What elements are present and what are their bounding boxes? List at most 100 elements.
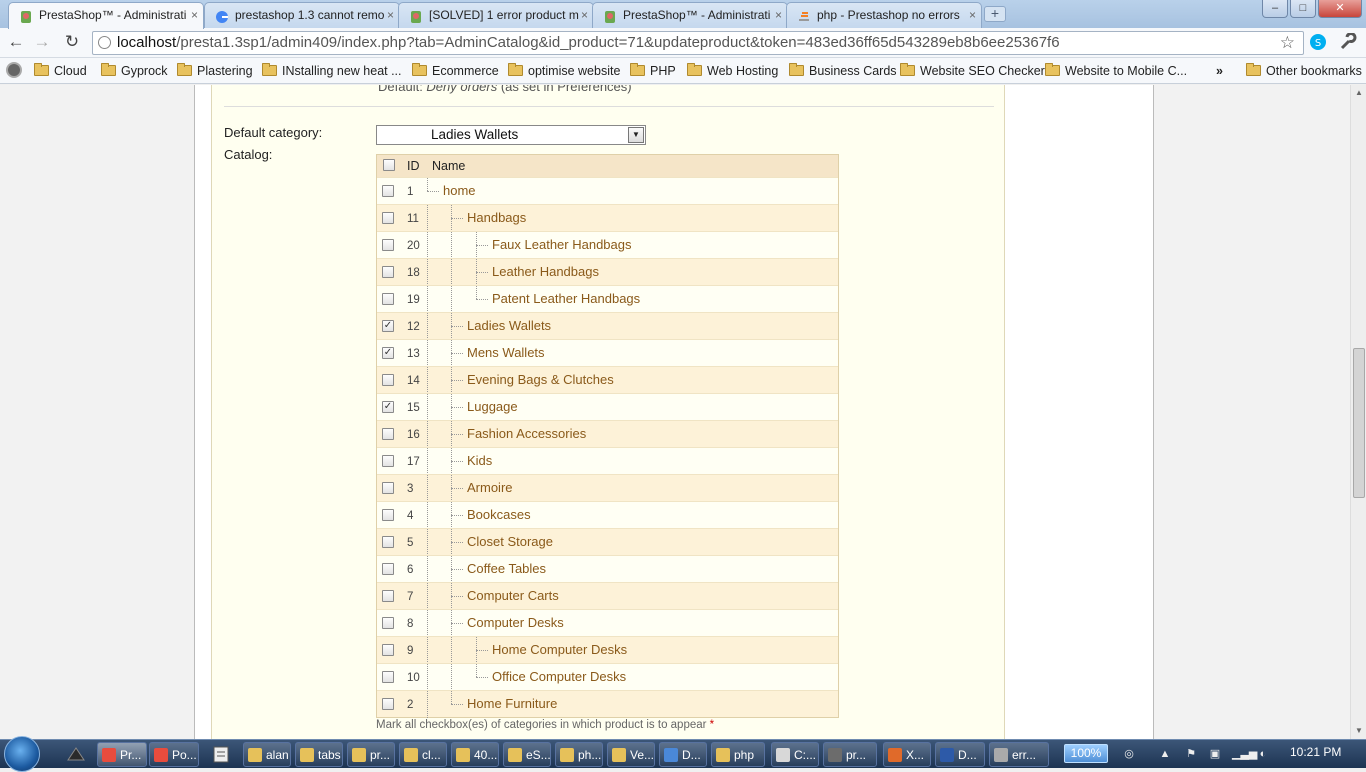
bookmark-php[interactable]: PHP [630,62,676,80]
dropdown-arrow-icon[interactable]: ▼ [628,127,644,143]
category-name[interactable]: Luggage [467,399,518,414]
category-checkbox[interactable] [382,374,394,386]
taskbar-button[interactable]: ph... [555,742,603,767]
back-button[interactable]: ← [4,31,28,55]
taskbar-button[interactable]: D... [935,742,985,767]
category-checkbox[interactable]: ✓ [382,401,394,413]
category-name[interactable]: Home Computer Desks [492,642,627,657]
category-row-17[interactable]: 17 Kids [377,447,838,475]
category-checkbox[interactable] [382,563,394,575]
maximize-button[interactable]: □ [1290,0,1316,18]
bookmark-plastering[interactable]: Plastering [177,62,253,80]
category-checkbox[interactable] [382,536,394,548]
category-row-2[interactable]: 2 Home Furniture [377,690,838,718]
category-checkbox[interactable] [382,185,394,197]
category-row-3[interactable]: 3 Armoire [377,474,838,502]
bookmark-ecommerce[interactable]: Ecommerce [412,62,499,80]
bookmark-optimise-website[interactable]: optimise website [508,62,620,80]
minimize-button[interactable]: – [1262,0,1288,18]
category-name[interactable]: Computer Desks [467,615,564,630]
category-name[interactable]: Mens Wallets [467,345,545,360]
wrench-menu-icon[interactable] [1338,32,1358,53]
tab-close-icon[interactable]: × [969,3,976,27]
show-desktop-icon[interactable] [209,742,233,767]
category-name[interactable]: Kids [467,453,492,468]
tab-prestashop-google[interactable]: prestashop 1.3 cannot remo × [204,2,400,28]
bookmarks-overflow-button[interactable]: » [1216,62,1223,80]
taskbar-button[interactable]: 40... [451,742,499,767]
bookmark-web-hosting[interactable]: Web Hosting [687,62,778,80]
taskbar-button[interactable]: cl... [399,742,447,767]
category-name[interactable]: Computer Carts [467,588,559,603]
tab-stackoverflow[interactable]: php - Prestashop no errors × [786,2,982,28]
tab-close-icon[interactable]: × [775,3,782,27]
category-row-9[interactable]: 9 Home Computer Desks [377,636,838,664]
taskbar-button[interactable]: Po... [149,742,199,767]
taskbar-button[interactable]: C:... [771,742,819,767]
taskbar-button[interactable]: pr... [347,742,395,767]
category-row-11[interactable]: 11 Handbags [377,204,838,232]
taskbar-button[interactable]: Ve... [607,742,655,767]
volume-icon[interactable]: ◐ [1256,748,1270,760]
category-name[interactable]: Evening Bags & Clutches [467,372,614,387]
category-name[interactable]: Closet Storage [467,534,553,549]
category-checkbox[interactable] [382,509,394,521]
category-row-14[interactable]: 14 Evening Bags & Clutches [377,366,838,394]
category-name[interactable]: Ladies Wallets [467,318,551,333]
category-checkbox[interactable] [382,590,394,602]
category-name[interactable]: Patent Leather Handbags [492,291,640,306]
category-name[interactable]: Handbags [467,210,526,225]
taskbar-clock[interactable]: 10:21 PM [1290,745,1341,759]
category-row-1[interactable]: 1 home [377,177,838,204]
category-checkbox[interactable] [382,482,394,494]
category-name[interactable]: Coffee Tables [467,561,546,576]
address-bar[interactable]: localhost/presta1.3sp1/admin409/index.ph… [92,31,1304,55]
page-scrollbar[interactable]: ▲ ▼ [1350,85,1366,739]
bookmark-cloud[interactable]: Cloud [34,62,87,80]
taskbar-button[interactable]: php [711,742,765,767]
reload-button[interactable]: ↻ [60,31,84,55]
page-info-icon[interactable] [98,36,111,49]
taskbar-button[interactable]: Pr... [97,742,147,767]
taskbar-button[interactable]: D... [659,742,707,767]
new-tab-button[interactable]: + [984,6,1006,22]
taskbar-button[interactable]: eS... [503,742,551,767]
skype-extension-icon[interactable]: S [1308,33,1328,53]
category-checkbox[interactable] [382,239,394,251]
category-row-20[interactable]: 20 Faux Leather Handbags [377,231,838,259]
scroll-up-arrow-icon[interactable]: ▲ [1351,85,1366,101]
action-center-flag-icon[interactable]: ⚑ [1184,748,1198,760]
category-checkbox[interactable]: ✓ [382,347,394,359]
taskbar-button[interactable]: err... [989,742,1049,767]
category-checkbox[interactable] [382,266,394,278]
category-row-5[interactable]: 5 Closet Storage [377,528,838,556]
category-row-8[interactable]: 8 Computer Desks [377,609,838,637]
category-checkbox[interactable] [382,293,394,305]
category-checkbox[interactable] [382,644,394,656]
category-row-7[interactable]: 7 Computer Carts [377,582,838,610]
tab-close-icon[interactable]: × [191,3,198,27]
category-checkbox[interactable] [382,455,394,467]
scroll-down-arrow-icon[interactable]: ▼ [1351,723,1366,739]
close-window-button[interactable]: ✕ [1318,0,1362,18]
category-name[interactable]: home [443,183,476,198]
bookmark-business-cards[interactable]: Business Cards [789,62,897,80]
select-all-checkbox[interactable] [383,159,395,171]
category-row-15[interactable]: ✓ 15 Luggage [377,393,838,421]
tab-prestashop-admin-active[interactable]: PrestaShop™ - Administrati × [8,2,204,29]
tray-expand-icon[interactable]: ▲ [1158,748,1172,760]
zoom-indicator[interactable]: 100% [1064,744,1108,763]
category-row-18[interactable]: 18 Leather Handbags [377,258,838,286]
bookmark-installing-heat[interactable]: INstalling new heat ... [262,62,402,80]
category-row-19[interactable]: 19 Patent Leather Handbags [377,285,838,313]
bookmark-seo-checker[interactable]: Website SEO Checker [900,62,1045,80]
bookmark-gyprock[interactable]: Gyprock [101,62,168,80]
taskbar-button[interactable]: tabs [295,742,343,767]
category-checkbox[interactable] [382,698,394,710]
taskbar-button[interactable]: alan [243,742,291,767]
scrollbar-thumb[interactable] [1353,348,1365,498]
tab-close-icon[interactable]: × [581,3,588,27]
apps-globe-icon[interactable] [6,62,22,78]
category-name[interactable]: Faux Leather Handbags [492,237,631,252]
category-name[interactable]: Bookcases [467,507,531,522]
